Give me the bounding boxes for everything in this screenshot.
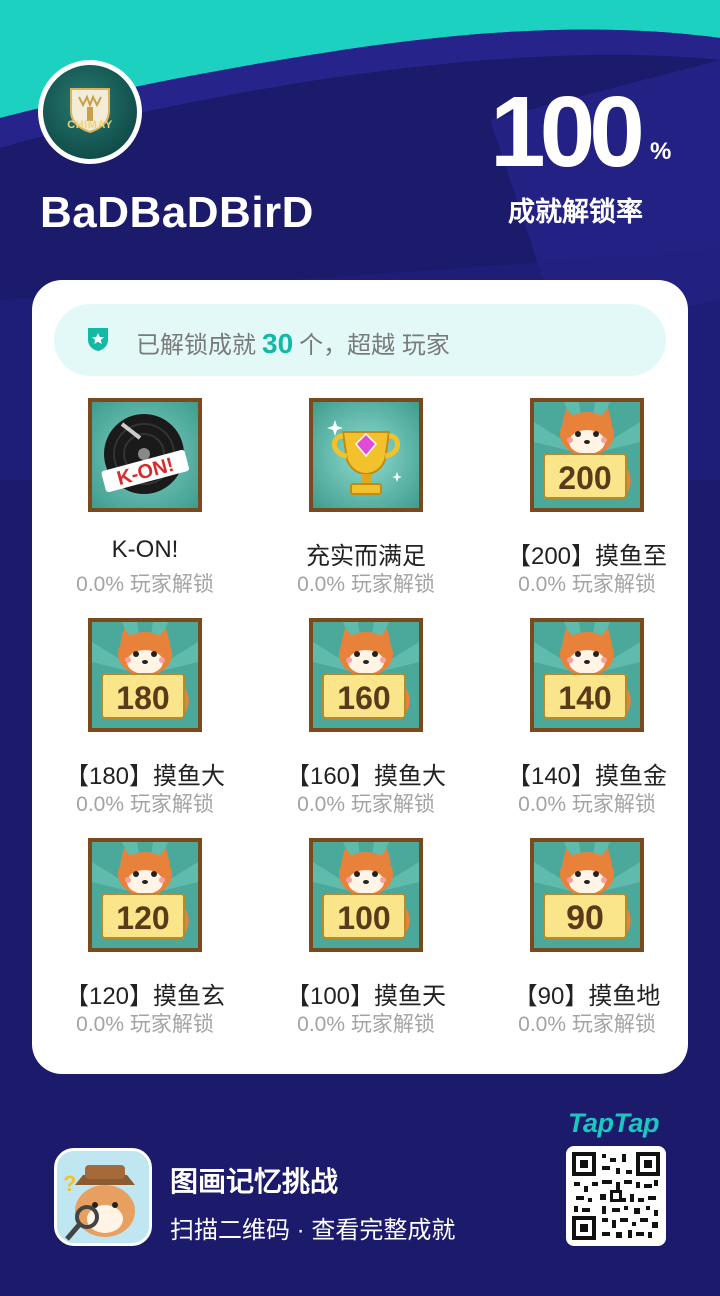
shiba-sign-icon: 120 [88, 838, 202, 952]
app-subtitle: 扫描二维码 · 查看完整成就 [170, 1217, 456, 1244]
achievement-item[interactable]: K-ON! K-ON! 0.0% 玩家解锁 [40, 396, 250, 606]
app-icon[interactable]: ? [54, 1148, 152, 1246]
avatar-label: CHIMAY [67, 119, 113, 131]
badge-text: 160 [337, 680, 390, 716]
unlock-count: 30 [262, 328, 294, 359]
unlock-summary-suffix: 个，超越 玩家 [299, 332, 450, 359]
achievement-unlock-rate: 0.0% 玩家解锁 [76, 573, 214, 596]
achievement-name: 充实而满足 [306, 543, 426, 570]
shiba-sign-icon: 200 [530, 398, 644, 512]
svg-text:?: ? [63, 1171, 76, 1196]
taptap-logo: TapTap [568, 1108, 660, 1138]
badge-text: 90 [566, 899, 604, 937]
achievement-item[interactable]: 充实而满足 0.0% 玩家解锁 [261, 396, 471, 606]
qr-code[interactable] [566, 1146, 666, 1246]
badge-text: 140 [558, 680, 611, 716]
achievement-unlock-rate: 0.0% 玩家解锁 [297, 793, 435, 816]
achievement-name: 【180】摸鱼大 [64, 763, 226, 790]
achievement-item[interactable]: 160 【160】摸鱼大 0.0% 玩家解锁 [261, 616, 471, 826]
achievement-item[interactable]: 90 【90】摸鱼地 0.0% 玩家解锁 [482, 836, 692, 1046]
achievement-name: 【140】摸鱼金 [506, 763, 668, 790]
badge-text: 180 [116, 680, 169, 716]
achievement-name: 【120】摸鱼玄 [64, 983, 226, 1010]
achievement-name: 【100】摸鱼天 [285, 983, 447, 1010]
unlock-summary-prefix: 已解锁成就 [136, 332, 256, 359]
shiba-sign-icon: 100 [309, 838, 423, 952]
achievement-unlock-rate: 0.0% 玩家解锁 [76, 793, 214, 816]
achievement-unlock-rate: 0.0% 玩家解锁 [518, 793, 656, 816]
avatar-image: CHIMAY [43, 65, 137, 159]
achievement-name: 【90】摸鱼地 [513, 983, 661, 1010]
detective-dog-icon: ? [57, 1151, 149, 1243]
achievement-name: 【200】摸鱼至 [506, 543, 668, 570]
achievement-name: 【160】摸鱼大 [285, 763, 447, 790]
achievement-unlock-rate: 0.0% 玩家解锁 [297, 573, 435, 596]
badge-text: 100 [337, 900, 390, 936]
achievement-name: K-ON! [111, 536, 179, 563]
unlock-rate-label: 成就解锁率 [508, 197, 643, 227]
badge-text: 200 [558, 460, 611, 496]
achievement-unlock-rate: 0.0% 玩家解锁 [518, 573, 656, 596]
achievement-item[interactable]: 100 【100】摸鱼天 0.0% 玩家解锁 [261, 836, 471, 1046]
unlock-rate-value: 100 [490, 76, 645, 188]
achievement-unlock-rate: 0.0% 玩家解锁 [297, 1013, 435, 1036]
achievement-item[interactable]: 120 【120】摸鱼玄 0.0% 玩家解锁 [40, 836, 250, 1046]
username: BaDBaDBirD [40, 188, 314, 237]
trophy-icon [309, 398, 423, 512]
achievement-item[interactable]: 200 【200】摸鱼至 0.0% 玩家解锁 [482, 396, 692, 606]
app-title: 图画记忆挑战 [170, 1166, 339, 1197]
unlock-summary-text: 已解锁成就 30 个，超越 玩家 [136, 325, 450, 360]
unlock-rate-unit: % [650, 138, 672, 165]
achievement-item[interactable]: 140 【140】摸鱼金 0.0% 玩家解锁 [482, 616, 692, 826]
trophy-badge-icon [88, 328, 108, 351]
vinyl-record-icon: K-ON! [88, 398, 202, 512]
achievement-card: 已解锁成就 30 个，超越 玩家 K-ON! K-ON! 0.0% 玩家解锁 充… [32, 280, 688, 1074]
qr-code-icon [572, 1152, 660, 1240]
shiba-sign-icon: 180 [88, 618, 202, 732]
achievement-item[interactable]: 180 【180】摸鱼大 0.0% 玩家解锁 [40, 616, 250, 826]
shiba-sign-icon: 140 [530, 618, 644, 732]
shiba-sign-icon: 90 [530, 838, 644, 952]
shiba-sign-icon: 160 [309, 618, 423, 732]
avatar[interactable]: CHIMAY [38, 60, 142, 164]
badge-text: 120 [116, 900, 169, 936]
achievement-unlock-rate: 0.0% 玩家解锁 [518, 1013, 656, 1036]
unlock-summary-banner: 已解锁成就 30 个，超越 玩家 [54, 304, 666, 376]
achievement-unlock-rate: 0.0% 玩家解锁 [76, 1013, 214, 1036]
